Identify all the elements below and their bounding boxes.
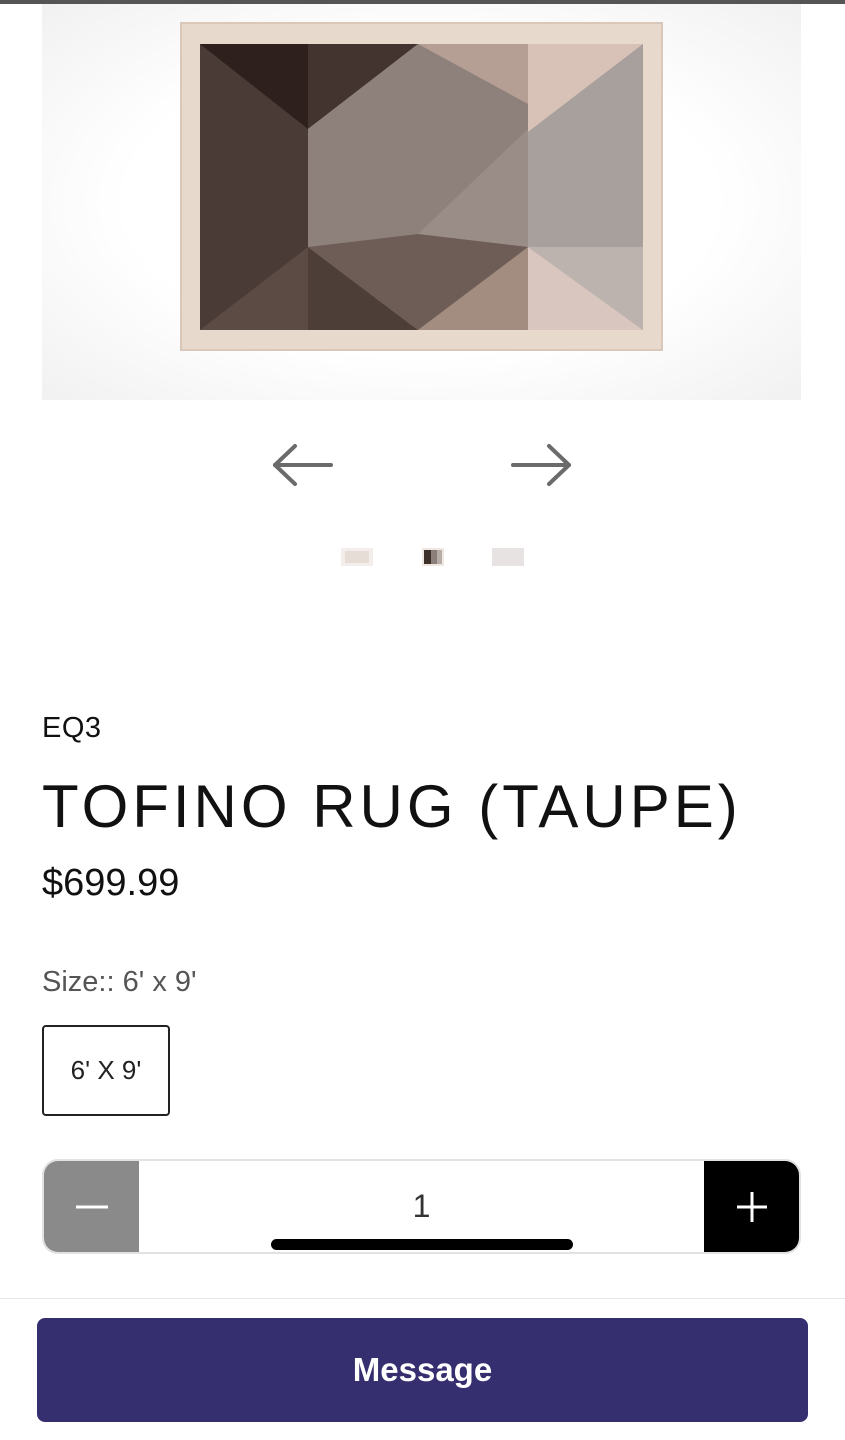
size-option-6x9[interactable]: 6' X 9' [42, 1025, 170, 1116]
rug-image [180, 22, 663, 351]
size-selected-value: 6' x 9' [122, 966, 197, 998]
arrow-right-icon [511, 444, 571, 486]
arrow-left-icon [273, 444, 333, 486]
product-page: EQ3 TOFINO RUG (TAUPE) $699.99 Size:: 6'… [0, 0, 845, 1440]
minus-icon [75, 1205, 108, 1208]
message-button[interactable]: Message [37, 1318, 808, 1422]
decrease-quantity-button[interactable] [44, 1161, 139, 1252]
increase-quantity-button[interactable] [704, 1161, 799, 1252]
product-title: TOFINO RUG (TAUPE) [42, 773, 742, 840]
product-price: $699.99 [42, 862, 180, 904]
thumbnail-1[interactable] [341, 548, 373, 566]
thumbnail-2[interactable] [422, 548, 444, 566]
size-label-row: Size:: 6' x 9' [42, 966, 197, 999]
plus-icon [736, 1191, 767, 1222]
product-brand: EQ3 [42, 712, 102, 744]
image-thumbnails [340, 548, 530, 568]
product-image[interactable] [42, 4, 801, 400]
next-image-button[interactable] [509, 435, 573, 495]
size-label: Size:: [42, 966, 115, 998]
previous-image-button[interactable] [271, 435, 335, 495]
home-indicator [271, 1239, 573, 1250]
thumbnail-3[interactable] [492, 548, 524, 566]
